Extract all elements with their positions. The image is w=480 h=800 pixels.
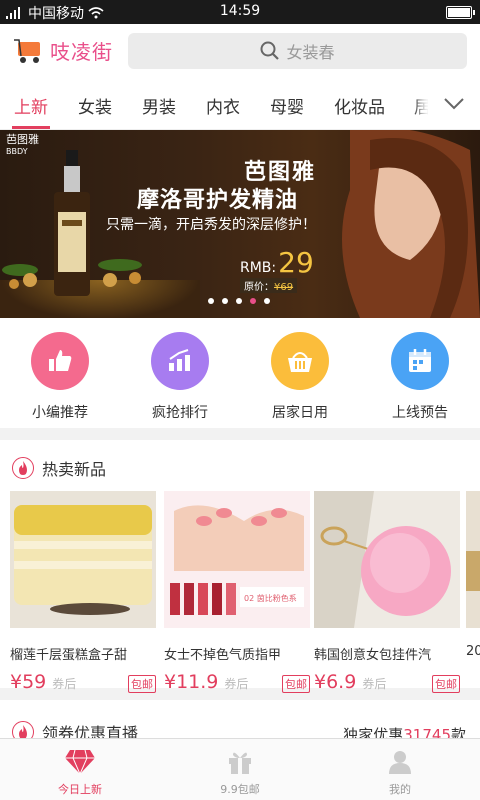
quick-link-home-goods[interactable]: 居家日用 (250, 332, 350, 422)
free-shipping-badge: 包邮 (128, 675, 156, 693)
bar-chart-icon (151, 332, 209, 390)
product-image-pompom-keychain (314, 491, 460, 628)
model-image (342, 130, 480, 318)
product-price: ¥6.9 (314, 671, 357, 693)
status-time: 14:59 (219, 3, 261, 19)
quick-link-ranking[interactable]: 疯抢排行 (130, 332, 230, 422)
coupon-label: 券后 (224, 677, 249, 691)
product-name: 20 (466, 644, 480, 659)
fire-icon (12, 457, 34, 479)
category-tabs: 上新 女装 男装 内衣 母婴 化妆品 居 (0, 78, 480, 130)
active-tab-indicator (12, 126, 50, 129)
quick-link-label: 疯抢排行 (152, 405, 208, 421)
banner-brand-sub: BBDY (6, 147, 28, 156)
search-input[interactable]: 女装春 (128, 33, 467, 69)
banner-brand: 芭图雅 BBDY (6, 134, 39, 158)
app-logo[interactable]: 吱凌街 (14, 36, 113, 65)
gift-icon (190, 747, 290, 777)
quick-link-editor-picks[interactable]: 小编推荐 (10, 332, 110, 422)
tab-cosmetics[interactable]: 化妆品 (334, 93, 385, 118)
search-icon (260, 41, 280, 60)
banner-original-price: 原价：¥69 (240, 278, 298, 293)
product-price: ¥59 (10, 671, 47, 693)
section-title-text: 热卖新品 (42, 460, 107, 479)
product-name: 女士不掉色气质指甲 (164, 648, 282, 663)
tab-men[interactable]: 男装 (142, 93, 176, 118)
coupon-label: 券后 (362, 677, 387, 691)
cart-truck-icon (14, 38, 40, 63)
bottom-nav: 今日上新 9.9包邮 我的 (0, 738, 480, 800)
argan-leaves-image (2, 259, 142, 289)
banner-price: RMB: 29 (240, 246, 314, 279)
app-header: 吱凌街 女装春 (0, 24, 480, 78)
banner-dot-active[interactable] (250, 298, 256, 304)
thumbs-up-icon (31, 332, 89, 390)
banner-headline-2: 摩洛哥护发精油 (137, 188, 299, 213)
banner-brand-name: 芭图雅 (6, 133, 39, 146)
status-bar: 中国移动 14:59 (0, 0, 480, 24)
quick-link-label: 居家日用 (272, 405, 328, 421)
banner-dot[interactable] (208, 298, 214, 304)
product-card-partial[interactable]: 20 (466, 491, 480, 659)
product-card[interactable]: 韩国创意女包挂件汽 ¥6.9 券后 包邮 (314, 491, 460, 693)
product-price-row: ¥6.9 券后 包邮 (314, 671, 460, 693)
banner-pagination (208, 298, 270, 304)
quick-link-upcoming[interactable]: 上线预告 (370, 332, 470, 422)
product-price-row: ¥11.9 券后 包邮 (164, 671, 310, 693)
nav-label: 9.9包邮 (220, 783, 260, 796)
product-price: ¥11.9 (164, 671, 219, 693)
banner-tagline: 只需一滴，开启秀发的深层修护！ (106, 217, 316, 233)
quick-link-label: 小编推荐 (32, 405, 88, 421)
search-placeholder: 女装春 (286, 43, 335, 62)
quick-links: 小编推荐 疯抢排行 居家日用 上线预告 (0, 318, 480, 428)
quick-link-label: 上线预告 (392, 405, 448, 421)
free-shipping-badge: 包邮 (432, 675, 460, 693)
banner-price-value: 29 (278, 246, 314, 279)
basket-icon (271, 332, 329, 390)
product-card[interactable]: 榴莲千层蛋糕盒子甜 ¥59 券后 包邮 (10, 491, 156, 693)
user-icon (350, 747, 450, 777)
product-image-nail-polish: 02 茵比粉色系 (164, 491, 310, 628)
product-image-partial (466, 491, 480, 628)
nav-free-shipping[interactable]: 9.9包邮 (190, 747, 290, 797)
calendar-icon (391, 332, 449, 390)
free-shipping-badge: 包邮 (282, 675, 310, 693)
tab-mother-baby[interactable]: 母婴 (270, 93, 304, 118)
product-card[interactable]: 02 茵比粉色系 女士不掉色气质指甲 ¥11.9 券后 包邮 (164, 491, 310, 693)
promo-banner[interactable]: 芭图雅 BBDY 芭图雅 摩洛哥护发精油 只需一滴，开启秀发的深层修护！ RMB… (0, 130, 480, 318)
banner-price-label: RMB: (240, 260, 277, 276)
diamond-icon (30, 747, 130, 777)
product-price-row: ¥59 券后 包邮 (10, 671, 156, 693)
nav-label: 今日上新 (58, 783, 102, 796)
tab-women[interactable]: 女装 (78, 93, 112, 118)
nav-label: 我的 (389, 783, 411, 796)
battery-icon (446, 6, 475, 19)
banner-dot[interactable] (264, 298, 270, 304)
coupon-label: 券后 (52, 677, 77, 691)
tab-underwear[interactable]: 内衣 (206, 93, 240, 118)
app-name: 吱凌街 (50, 40, 113, 64)
hot-new-section: 热卖新品 榴莲千层蛋糕盒子甜 ¥59 券后 包邮 02 茵比粉色系 女士不掉色气… (0, 440, 480, 693)
tab-new[interactable]: 上新 (14, 93, 48, 118)
banner-dot[interactable] (222, 298, 228, 304)
product-name: 韩国创意女包挂件汽 (314, 648, 432, 663)
product-image-cake (10, 491, 156, 628)
section-title: 热卖新品 (12, 456, 106, 480)
nav-my[interactable]: 我的 (350, 747, 450, 797)
original-price-label: 原价： (244, 282, 274, 293)
expand-tabs-button[interactable] (428, 78, 480, 129)
chevron-down-icon (444, 97, 464, 109)
nav-today-new[interactable]: 今日上新 (30, 747, 130, 797)
product-name: 榴莲千层蛋糕盒子甜 (10, 648, 128, 663)
original-price-value: ¥69 (274, 282, 294, 293)
banner-dot[interactable] (236, 298, 242, 304)
svg-text:02 茵比粉色系: 02 茵比粉色系 (244, 593, 297, 603)
